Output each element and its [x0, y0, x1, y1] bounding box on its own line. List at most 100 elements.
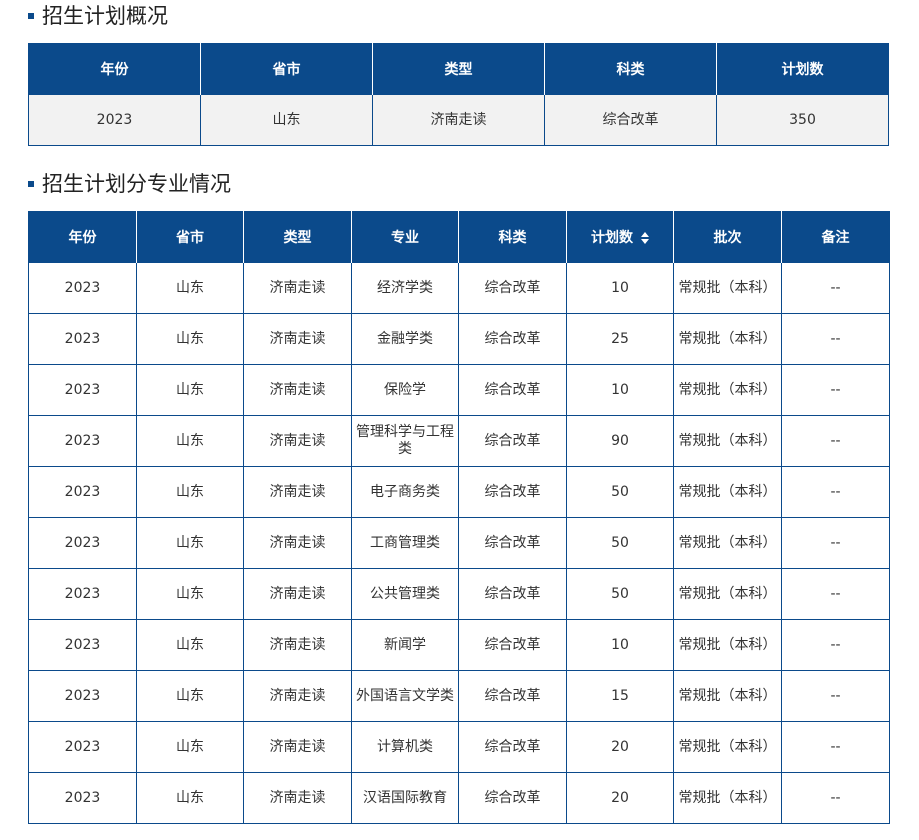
detail-cell-category: 综合改革 — [458, 772, 567, 824]
detail-cell-major: 管理科学与工程类 — [351, 415, 459, 467]
summary-table: 年份 省市 类型 科类 计划数 2023 山东 济南走读 综合改革 350 — [28, 43, 889, 146]
detail-cell-province: 山东 — [136, 721, 244, 773]
table-row: 2023 山东 济南走读 保险学 综合改革 10 常规批（本科） -- — [28, 364, 890, 416]
detail-cell-batch: 常规批（本科） — [673, 670, 782, 722]
detail-cell-plan-count: 50 — [566, 568, 674, 620]
detail-cell-province: 山东 — [136, 364, 244, 416]
detail-cell-batch: 常规批（本科） — [673, 721, 782, 773]
detail-cell-batch: 常规批（本科） — [673, 364, 782, 416]
detail-cell-batch: 常规批（本科） — [673, 466, 782, 518]
detail-cell-major: 新闻学 — [351, 619, 459, 671]
detail-cell-type: 济南走读 — [243, 568, 352, 620]
detail-header-province: 省市 — [136, 211, 244, 263]
detail-cell-remarks: -- — [781, 517, 890, 569]
detail-cell-category: 综合改革 — [458, 313, 567, 365]
detail-cell-type: 济南走读 — [243, 670, 352, 722]
detail-table: 年份 省市 类型 专业 科类 计划数 批次 备注 2023 山东 济南走读 经济学类综… — [28, 211, 890, 824]
detail-cell-major: 计算机类 — [351, 721, 459, 773]
detail-cell-type: 济南走读 — [243, 262, 352, 314]
detail-header-year: 年份 — [28, 211, 137, 263]
detail-cell-batch: 常规批（本科） — [673, 772, 782, 824]
detail-cell-major: 金融学类 — [351, 313, 459, 365]
detail-cell-province: 山东 — [136, 568, 244, 620]
detail-cell-major: 电子商务类 — [351, 466, 459, 518]
detail-cell-category: 综合改革 — [458, 415, 567, 467]
detail-cell-type: 济南走读 — [243, 364, 352, 416]
table-row: 2023 山东 济南走读 新闻学 综合改革 10 常规批（本科） -- — [28, 619, 890, 671]
table-row: 2023 山东 济南走读 经济学类 综合改革 10 常规批（本科） -- — [28, 262, 890, 314]
detail-cell-year: 2023 — [28, 364, 137, 416]
detail-cell-remarks: -- — [781, 313, 890, 365]
detail-cell-remarks: -- — [781, 619, 890, 671]
detail-cell-category: 综合改革 — [458, 364, 567, 416]
detail-cell-plan-count: 50 — [566, 517, 674, 569]
detail-cell-plan-count: 10 — [566, 262, 674, 314]
detail-cell-category: 综合改革 — [458, 670, 567, 722]
summary-cell-year: 2023 — [28, 94, 201, 146]
detail-cell-type: 济南走读 — [243, 415, 352, 467]
table-row: 2023 山东 济南走读 公共管理类 综合改革 50 常规批（本科） -- — [28, 568, 890, 620]
detail-cell-year: 2023 — [28, 313, 137, 365]
detail-cell-remarks: -- — [781, 415, 890, 467]
detail-cell-year: 2023 — [28, 670, 137, 722]
summary-title-text: 招生计划概况 — [42, 4, 168, 28]
detail-cell-remarks: -- — [781, 364, 890, 416]
table-row: 2023 山东 济南走读 管理科学与工程类 综合改革 90 常规批（本科） -- — [28, 415, 890, 467]
detail-cell-year: 2023 — [28, 262, 137, 314]
detail-cell-type: 济南走读 — [243, 772, 352, 824]
detail-cell-remarks: -- — [781, 670, 890, 722]
summary-cell-province: 山东 — [200, 94, 373, 146]
detail-cell-batch: 常规批（本科） — [673, 619, 782, 671]
detail-cell-plan-count: 10 — [566, 364, 674, 416]
detail-cell-type: 济南走读 — [243, 313, 352, 365]
summary-row: 2023 山东 济南走读 综合改革 350 — [28, 94, 889, 146]
summary-header-plan-count: 计划数 — [716, 43, 889, 95]
summary-section-title: 招生计划概况 — [28, 2, 168, 30]
title-bullet-icon — [28, 181, 34, 187]
detail-cell-category: 综合改革 — [458, 517, 567, 569]
detail-cell-type: 济南走读 — [243, 466, 352, 518]
summary-header-year: 年份 — [28, 43, 201, 95]
table-row: 2023 山东 济南走读 工商管理类 综合改革 50 常规批（本科） -- — [28, 517, 890, 569]
detail-cell-province: 山东 — [136, 415, 244, 467]
summary-cell-type: 济南走读 — [372, 94, 545, 146]
detail-cell-plan-count: 90 — [566, 415, 674, 467]
detail-header-row: 年份 省市 类型 专业 科类 计划数 批次 备注 — [28, 211, 890, 263]
detail-cell-plan-count: 20 — [566, 721, 674, 773]
detail-cell-province: 山东 — [136, 772, 244, 824]
detail-header-remarks: 备注 — [781, 211, 890, 263]
detail-cell-category: 综合改革 — [458, 568, 567, 620]
summary-cell-plan-count: 350 — [716, 94, 889, 146]
detail-cell-year: 2023 — [28, 466, 137, 518]
detail-cell-remarks: -- — [781, 721, 890, 773]
detail-cell-major: 外国语言文学类 — [351, 670, 459, 722]
detail-cell-category: 综合改革 — [458, 466, 567, 518]
detail-title-text: 招生计划分专业情况 — [42, 172, 231, 196]
detail-section-title: 招生计划分专业情况 — [28, 170, 231, 198]
detail-header-plan-count[interactable]: 计划数 — [566, 211, 674, 263]
detail-cell-plan-count: 25 — [566, 313, 674, 365]
detail-cell-remarks: -- — [781, 568, 890, 620]
detail-cell-type: 济南走读 — [243, 517, 352, 569]
detail-cell-batch: 常规批（本科） — [673, 262, 782, 314]
table-row: 2023 山东 济南走读 外国语言文学类 综合改革 15 常规批（本科） -- — [28, 670, 890, 722]
summary-header-province: 省市 — [200, 43, 373, 95]
detail-cell-province: 山东 — [136, 619, 244, 671]
detail-cell-province: 山东 — [136, 517, 244, 569]
summary-header-category: 科类 — [544, 43, 717, 95]
table-row: 2023 山东 济南走读 电子商务类 综合改革 50 常规批（本科） -- — [28, 466, 890, 518]
detail-cell-plan-count: 20 — [566, 772, 674, 824]
detail-table-body: 2023 山东 济南走读 经济学类 综合改革 10 常规批（本科） -- 2023 山东 济南走读金… — [28, 262, 890, 824]
sort-icon[interactable] — [641, 231, 649, 244]
detail-cell-plan-count: 50 — [566, 466, 674, 518]
detail-cell-major: 公共管理类 — [351, 568, 459, 620]
detail-cell-province: 山东 — [136, 670, 244, 722]
detail-cell-batch: 常规批（本科） — [673, 568, 782, 620]
detail-cell-year: 2023 — [28, 517, 137, 569]
detail-cell-batch: 常规批（本科） — [673, 415, 782, 467]
detail-cell-category: 综合改革 — [458, 721, 567, 773]
detail-cell-province: 山东 — [136, 262, 244, 314]
detail-cell-year: 2023 — [28, 415, 137, 467]
detail-cell-remarks: -- — [781, 772, 890, 824]
detail-cell-major: 汉语国际教育 — [351, 772, 459, 824]
